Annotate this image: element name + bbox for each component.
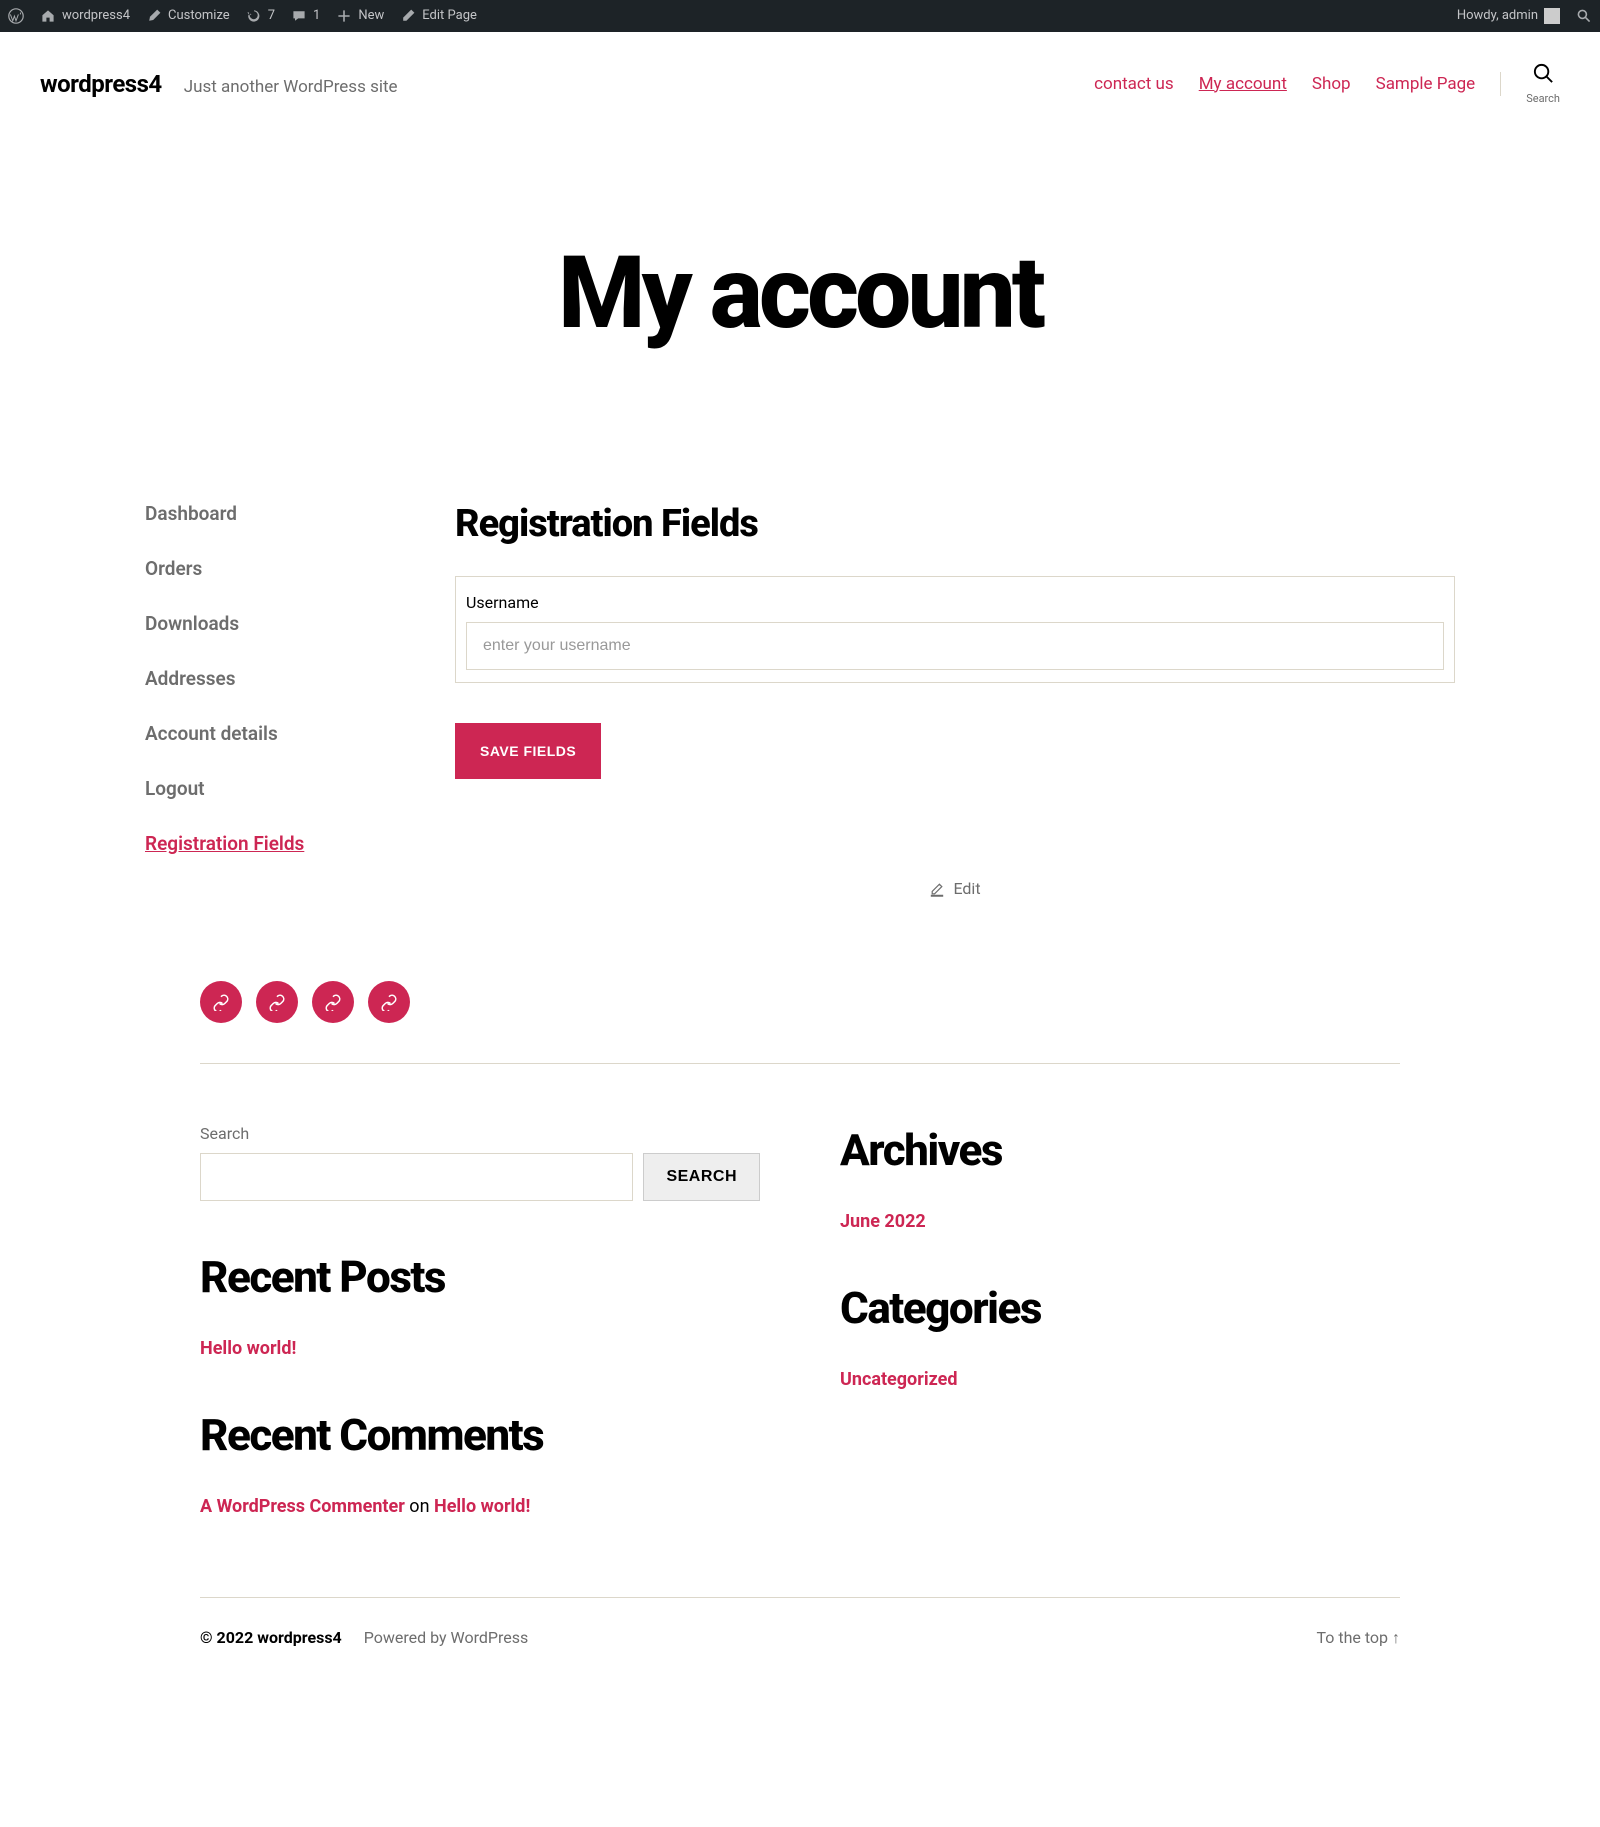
account-nav-addresses: Addresses [145, 667, 395, 690]
admin-howdy-text: Howdy, admin [1457, 0, 1538, 32]
wp-logo[interactable] [0, 8, 32, 24]
wp-admin-bar: wordpress4 Customize 7 1 New Edit Page H… [0, 0, 1600, 32]
site-header: wordpress4 Just another WordPress site c… [0, 32, 1600, 105]
admin-customize-label: Customize [168, 0, 230, 32]
link-icon [324, 993, 342, 1011]
recent-comment: A WordPress Commenter on Hello world! [200, 1496, 760, 1517]
edit-link-wrap: Edit [455, 879, 1455, 901]
recent-posts-title: Recent Posts [200, 1251, 760, 1303]
updates-icon [246, 8, 262, 24]
home-icon [40, 8, 56, 24]
search-icon [1576, 8, 1592, 24]
nav-link-contact-us[interactable]: contact us [1094, 74, 1174, 94]
comment-icon [291, 8, 307, 24]
admin-updates-count: 7 [268, 0, 275, 32]
account-nav-dashboard: Dashboard [145, 502, 395, 525]
edit-link[interactable]: Edit [929, 879, 980, 898]
account-nav: Dashboard Orders Downloads Addresses Acc… [145, 502, 395, 901]
footer-search-button[interactable]: SEARCH [643, 1153, 760, 1201]
footer-search-input[interactable] [200, 1153, 633, 1201]
category-link[interactable]: Uncategorized [840, 1369, 957, 1390]
field-label-username: Username [466, 587, 1444, 622]
admin-site-name: wordpress4 [62, 0, 130, 32]
archive-link[interactable]: June 2022 [840, 1211, 926, 1232]
username-input[interactable] [466, 622, 1444, 670]
account-nav-logout: Logout [145, 777, 395, 800]
nav-link-sample-page[interactable]: Sample Page [1376, 74, 1476, 94]
search-icon [1532, 62, 1555, 85]
bottom-bar: © 2022 wordpress4 Powered by WordPress T… [200, 1598, 1400, 1678]
edit-link-label: Edit [953, 879, 980, 898]
archives-title: Archives [840, 1124, 1400, 1176]
copyright: © 2022 wordpress4 [200, 1628, 342, 1648]
field-box: Username [455, 576, 1455, 683]
admin-updates[interactable]: 7 [238, 0, 283, 32]
link-icon [212, 993, 230, 1011]
admin-edit-page-label: Edit Page [422, 0, 477, 32]
account-nav-registration-fields: Registration Fields [145, 832, 395, 855]
admin-new-label: New [358, 0, 384, 32]
account-content: Registration Fields Username SAVE FIELDS… [455, 502, 1455, 901]
social-link-3[interactable] [312, 981, 354, 1023]
admin-comments-count: 1 [313, 0, 320, 32]
admin-site-link[interactable]: wordpress4 [32, 0, 138, 32]
admin-customize[interactable]: Customize [138, 0, 238, 32]
search-toggle-label: Search [1526, 92, 1560, 105]
categories-title: Categories [840, 1282, 1400, 1334]
nav-separator [1500, 72, 1501, 96]
admin-comments[interactable]: 1 [283, 0, 328, 32]
save-fields-button[interactable]: SAVE FIELDS [455, 723, 601, 779]
social-link-2[interactable] [256, 981, 298, 1023]
powered-by[interactable]: Powered by WordPress [364, 1628, 529, 1648]
comment-post-link[interactable]: Hello world! [434, 1496, 530, 1517]
edit-icon [929, 881, 945, 897]
to-top-link[interactable]: To the top ↑ [1316, 1628, 1400, 1648]
brush-icon [146, 8, 162, 24]
admin-new[interactable]: New [328, 0, 392, 32]
plus-icon [336, 8, 352, 24]
social-links [200, 981, 1400, 1023]
site-title[interactable]: wordpress4 [40, 70, 162, 98]
link-icon [380, 993, 398, 1011]
link-icon [268, 993, 286, 1011]
social-link-4[interactable] [368, 981, 410, 1023]
account-nav-orders: Orders [145, 557, 395, 580]
admin-edit-page[interactable]: Edit Page [392, 0, 485, 32]
recent-post-link[interactable]: Hello world! [200, 1338, 296, 1359]
footer-search-label: Search [200, 1124, 760, 1143]
account-nav-account-details: Account details [145, 722, 395, 745]
pencil-icon [400, 8, 416, 24]
admin-howdy[interactable]: Howdy, admin [1449, 0, 1568, 32]
nav-link-shop[interactable]: Shop [1312, 74, 1351, 94]
search-toggle[interactable]: Search [1526, 62, 1560, 105]
primary-nav: contact us My account Shop Sample Page S… [1094, 62, 1560, 105]
wordpress-icon [8, 8, 24, 24]
page-title: My account [0, 235, 1600, 352]
nav-link-my-account[interactable]: My account [1199, 74, 1287, 94]
registration-heading: Registration Fields [455, 502, 1455, 546]
account-nav-downloads: Downloads [145, 612, 395, 635]
comment-author-link[interactable]: A WordPress Commenter [200, 1496, 405, 1517]
admin-search[interactable] [1568, 8, 1600, 24]
site-tagline: Just another WordPress site [184, 77, 398, 97]
avatar [1544, 8, 1560, 24]
social-link-1[interactable] [200, 981, 242, 1023]
recent-comments-title: Recent Comments [200, 1409, 760, 1461]
